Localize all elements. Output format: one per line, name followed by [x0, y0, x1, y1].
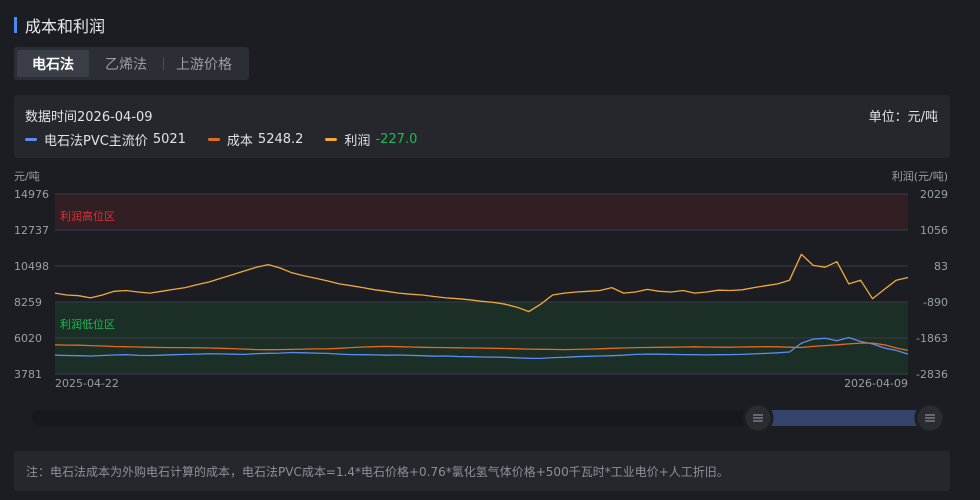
left-tick-label: 14976 — [14, 188, 49, 201]
x-start-label: 2025-04-22 — [55, 377, 119, 390]
right-tick-label: 83 — [934, 260, 948, 273]
legend-label-price: 电石法PVC主流价 — [44, 134, 148, 149]
band-0 — [55, 194, 908, 230]
range-slider-selection[interactable] — [758, 410, 930, 426]
range-handle-left[interactable] — [742, 402, 774, 434]
legend-item-price[interactable]: 电石法PVC主流价 5021 — [25, 130, 186, 149]
legend-swatch-profit — [325, 138, 338, 141]
legend-value-profit: -227.0 — [375, 132, 418, 147]
chart-legend: 电石法PVC主流价 5021 成本 5248.2 利润 -227.0 — [25, 130, 439, 149]
right-axis-title: 利润(元/吨) — [892, 169, 948, 183]
tab-upstream-price[interactable]: 上游价格 — [164, 50, 244, 77]
left-tick-label: 10498 — [14, 260, 49, 273]
left-tick-label: 8259 — [14, 296, 42, 309]
range-handle-right[interactable] — [914, 402, 946, 434]
x-end-label: 2026-04-09 — [844, 377, 908, 390]
cost-profit-chart: 利润高位区利润低位区 14976 2029 12737 1056 10498 83 8259 -… — [14, 169, 948, 434]
right-tick-label: 2029 — [920, 188, 948, 201]
legend-swatch-price — [25, 138, 37, 141]
left-tick-label: 3781 — [14, 368, 42, 381]
band-label-1: 利润低位区 — [60, 317, 115, 331]
tab-calcium-carbide[interactable]: 电石法 — [17, 50, 89, 77]
band-label-0: 利润高位区 — [60, 209, 115, 223]
legend-item-profit[interactable]: 利润 -227.0 — [325, 130, 417, 149]
legend-label-cost: 成本 — [226, 134, 253, 149]
legend-value-cost: 5248.2 — [257, 132, 304, 147]
footnote: 注：电石法成本为外购电石计算的成本，电石法PVC成本=1.4*电石价格+0.76… — [14, 451, 950, 491]
data-date: 数据时间2026-04-09 — [25, 110, 153, 125]
right-tick-label: -2836 — [916, 368, 948, 381]
page-title: 成本和利润 — [25, 17, 106, 36]
legend-label-profit: 利润 — [344, 134, 371, 149]
info-panel: 数据时间2026-04-09 单位：元/吨 电石法PVC主流价 5021 成本 … — [14, 95, 950, 158]
section-header: 成本和利润 — [14, 14, 105, 36]
right-tick-label: 1056 — [920, 224, 948, 237]
tab-ethylene[interactable]: 乙烯法 — [89, 50, 163, 77]
legend-item-cost[interactable]: 成本 5248.2 — [207, 130, 304, 149]
left-tick-label: 6020 — [14, 332, 42, 345]
legend-swatch-cost — [207, 138, 220, 141]
legend-value-price: 5021 — [152, 132, 186, 147]
left-axis-title: 元/吨 — [14, 170, 40, 183]
right-tick-label: -1863 — [916, 332, 948, 345]
title-accent-bar — [14, 17, 17, 33]
right-tick-label: -890 — [923, 296, 948, 309]
tab-bar: 电石法 乙烯法 上游价格 — [14, 47, 249, 80]
left-tick-label: 12737 — [14, 224, 49, 237]
unit-label: 单位：元/吨 — [868, 110, 938, 125]
